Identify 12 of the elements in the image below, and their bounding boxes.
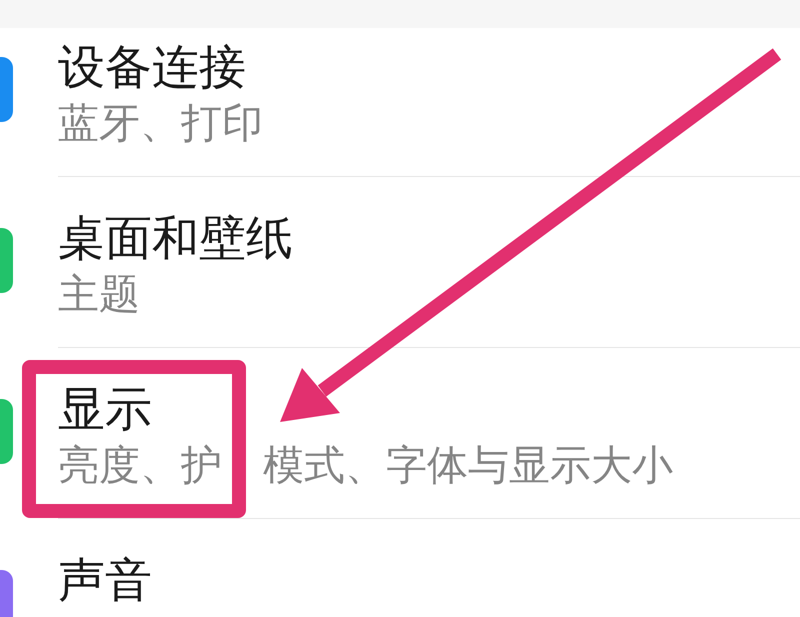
settings-item-subtitle: 主题 — [58, 270, 140, 319]
settings-item-title[interactable]: 桌面和壁纸 — [58, 211, 293, 267]
settings-item-title[interactable]: 声音 — [58, 553, 152, 609]
rounded-square-icon[interactable] — [0, 57, 13, 122]
settings-item-title[interactable]: 设备连接 — [58, 40, 246, 96]
settings-item-subtitle: 蓝牙、打印 — [58, 99, 263, 148]
rounded-square-icon[interactable] — [0, 228, 13, 293]
rounded-square-icon[interactable] — [0, 570, 13, 617]
rounded-square-icon[interactable] — [0, 399, 13, 464]
settings-item-subtitle: 亮度、护 — [58, 441, 222, 490]
settings-item-title[interactable]: 显示 — [58, 382, 152, 438]
settings-item-subtitle: 模式、字体与显示大小 — [263, 441, 673, 490]
